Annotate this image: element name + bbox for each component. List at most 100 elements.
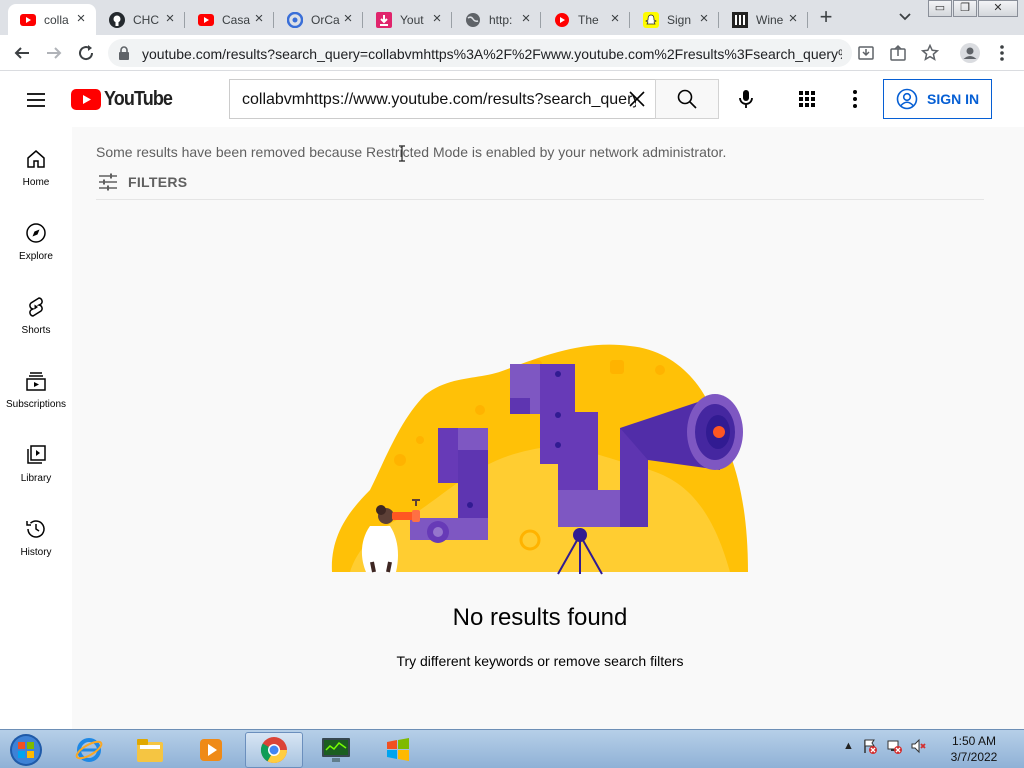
explore-icon	[26, 223, 46, 243]
volume-muted-icon[interactable]	[910, 738, 926, 754]
no-results-title: No results found	[452, 604, 628, 631]
internet-explorer-icon	[75, 738, 103, 762]
taskbar-clock[interactable]: 1:50 AM 3/7/2022	[940, 733, 1008, 765]
filter-sliders-icon	[99, 173, 117, 191]
media-player-icon	[200, 739, 222, 761]
more-options-icon[interactable]	[843, 87, 867, 111]
hamburger-menu-icon[interactable]	[24, 88, 48, 112]
browser-tab[interactable]: OrCa ×	[275, 4, 363, 35]
chrome-icon	[260, 737, 288, 764]
tab-title: OrCa	[311, 12, 340, 27]
close-tab-icon[interactable]: ×	[608, 11, 622, 26]
guide-item-subscriptions[interactable]: Subscriptions	[0, 349, 72, 423]
close-tab-icon[interactable]: ×	[252, 11, 266, 26]
youtube-logo[interactable]: YouTube	[71, 87, 180, 111]
tab-separator	[540, 12, 541, 28]
tab-title: The	[578, 12, 599, 27]
windows-orb-icon	[10, 734, 42, 766]
back-icon[interactable]	[10, 41, 34, 65]
youtube-icon	[20, 12, 36, 28]
tab-separator	[362, 12, 363, 28]
windows-flag-icon	[387, 738, 409, 761]
guide-item-label: Library	[20, 473, 52, 484]
guide-item-home[interactable]: Home	[0, 127, 72, 201]
guide-item-shorts[interactable]: Shorts	[0, 275, 72, 349]
guide-item-label: Explore	[19, 251, 53, 262]
sign-in-label: SIGN IN	[927, 91, 980, 107]
close-tab-icon[interactable]: ×	[697, 11, 711, 26]
start-button[interactable]	[6, 732, 46, 768]
apps-grid-icon[interactable]	[795, 87, 819, 111]
windows-taskbar: ▲ 1:50 AM 3/7/2022	[0, 729, 1024, 768]
address-bar[interactable]: youtube.com/results?search_query=collabv…	[108, 39, 852, 67]
media-player-taskbar-button[interactable]	[182, 732, 240, 768]
browser-tab[interactable]: colla ×	[8, 4, 96, 35]
internet-explorer-taskbar-button[interactable]	[60, 732, 118, 768]
search-query-text: collabvmhttps://www.youtube.com/results?…	[242, 91, 636, 108]
network-tray-icon[interactable]	[886, 738, 902, 754]
browser-tab[interactable]: CHC ×	[97, 4, 185, 35]
microphone-icon[interactable]	[734, 87, 758, 111]
clear-search-icon[interactable]	[627, 88, 647, 110]
youtube-icon	[198, 12, 214, 28]
browser-tab[interactable]: Wine ×	[720, 4, 808, 35]
youtube-play-icon	[71, 88, 101, 110]
tab-separator	[273, 12, 274, 28]
guide-item-library[interactable]: Library	[0, 423, 72, 497]
filters-divider	[96, 199, 984, 200]
browser-menu-icon[interactable]	[990, 41, 1014, 65]
search-button[interactable]	[655, 79, 719, 119]
bookmark-star-icon[interactable]	[918, 41, 942, 65]
tab-title: CHC	[133, 12, 159, 27]
install-app-icon[interactable]	[854, 41, 878, 65]
restore-window-button[interactable]: ❐	[953, 0, 977, 17]
new-tab-icon[interactable]: +	[814, 6, 838, 30]
close-tab-icon[interactable]: ×	[786, 11, 800, 26]
close-tab-icon[interactable]: ×	[74, 11, 88, 26]
windows-taskbar-button[interactable]	[369, 732, 427, 768]
guide-item-label: Shorts	[21, 325, 51, 336]
close-tab-icon[interactable]: ×	[341, 11, 355, 26]
no-results-hint: Try different keywords or remove search …	[396, 653, 684, 669]
guide-item-history[interactable]: History	[0, 497, 72, 571]
minimize-window-button[interactable]: ▭	[928, 0, 952, 17]
network-monitor-icon	[322, 738, 350, 762]
profile-icon[interactable]	[958, 41, 982, 65]
home-icon	[27, 150, 45, 168]
snapchat-icon	[643, 11, 659, 28]
filters-button[interactable]: FILTERS	[96, 170, 187, 194]
sign-in-button[interactable]: SIGN IN	[883, 79, 992, 119]
explorer-taskbar-button[interactable]	[121, 732, 179, 768]
browser-tab[interactable]: http: ×	[453, 4, 541, 35]
chevron-down-icon[interactable]	[896, 8, 914, 26]
network-taskbar-button[interactable]	[307, 732, 365, 768]
browser-tab-strip: colla × CHC × Casa × OrCa × Yout × http:…	[0, 0, 1024, 35]
text-cursor-icon	[399, 145, 405, 162]
tab-title: colla	[44, 12, 69, 27]
guide-item-label: Home	[22, 177, 50, 188]
close-window-button[interactable]: ✕	[978, 0, 1018, 17]
share-icon[interactable]	[886, 41, 910, 65]
browser-tab[interactable]: The ×	[542, 4, 630, 35]
search-input[interactable]: collabvmhttps://www.youtube.com/results?…	[229, 79, 656, 119]
browser-tab[interactable]: Sign ×	[631, 4, 719, 35]
tray-expand-icon[interactable]: ▲	[843, 740, 854, 752]
filters-label: FILTERS	[128, 174, 188, 190]
forward-icon[interactable]	[42, 41, 66, 65]
close-tab-icon[interactable]: ×	[430, 11, 444, 26]
no-results-illustration	[331, 344, 748, 575]
youtube-masthead: YouTube collabvmhttps://www.youtube.com/…	[0, 71, 1024, 127]
tab-separator	[184, 12, 185, 28]
guide-item-explore[interactable]: Explore	[0, 201, 72, 275]
guide-sidebar: Home Explore Shorts Subscriptions Librar…	[0, 127, 72, 729]
account-icon	[896, 88, 918, 110]
action-center-flag-icon[interactable]	[862, 738, 878, 754]
browser-tab[interactable]: Casa ×	[186, 4, 274, 35]
tab-separator	[451, 12, 452, 28]
chrome-taskbar-button[interactable]	[245, 732, 303, 768]
reload-icon[interactable]	[74, 41, 98, 65]
tab-title: Yout	[400, 12, 424, 27]
browser-tab[interactable]: Yout ×	[364, 4, 452, 35]
close-tab-icon[interactable]: ×	[519, 11, 533, 26]
close-tab-icon[interactable]: ×	[163, 11, 177, 26]
